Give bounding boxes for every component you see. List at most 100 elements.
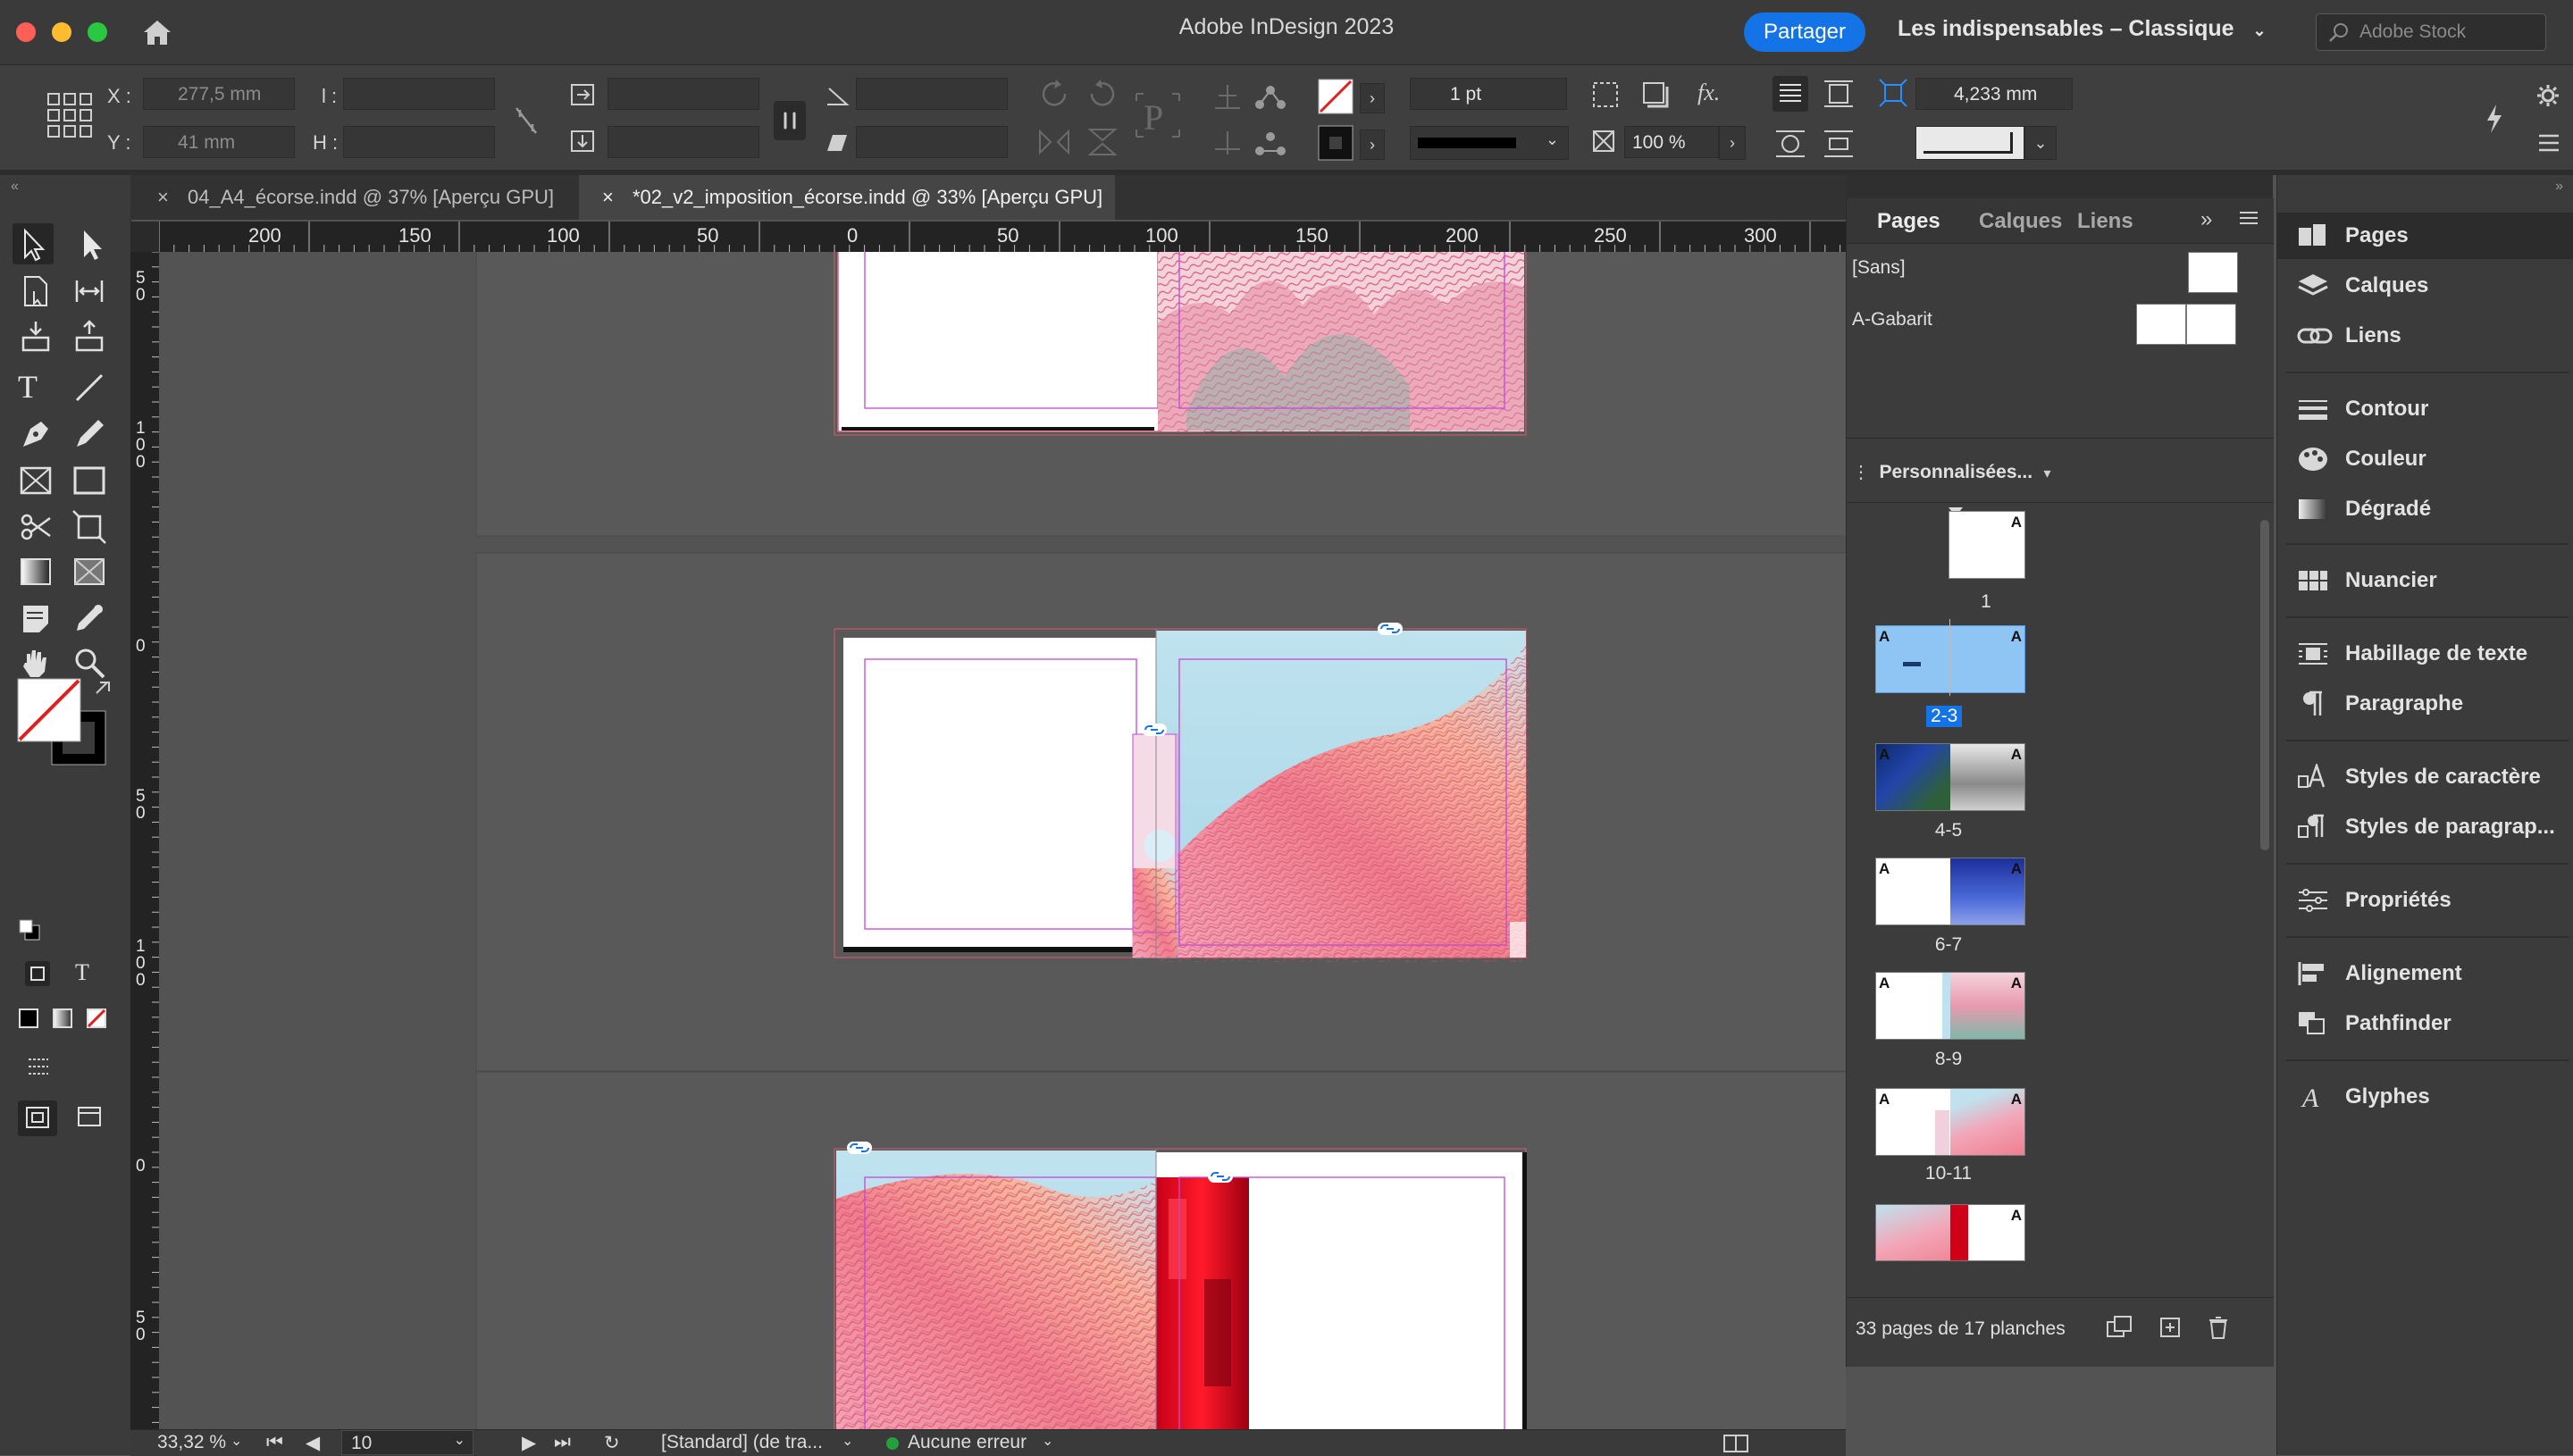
spread-thumb-4-5[interactable]: A A (1875, 743, 2025, 811)
scale-x-icon[interactable] (570, 81, 597, 108)
formatting-text-icon[interactable]: T (75, 959, 89, 986)
dock-item-pathfinder[interactable]: Pathfinder (2277, 1000, 2573, 1047)
document-canvas[interactable] (159, 252, 1846, 1429)
frame-offset-field[interactable]: 4,233 mm (1915, 78, 2073, 110)
link-icon[interactable] (1208, 1170, 1233, 1183)
dock-item-couleur[interactable]: Couleur (2277, 436, 2573, 482)
note-tool[interactable] (18, 600, 54, 636)
scale-y-field[interactable] (608, 126, 759, 158)
last-page-icon[interactable]: ⏭ (554, 1432, 571, 1453)
preflight-profile[interactable]: [Standard] (de tra... (661, 1432, 823, 1453)
selection-tool[interactable] (13, 223, 54, 264)
spread-bottom[interactable] (834, 1142, 1527, 1429)
swap-frame-icon[interactable] (25, 1054, 52, 1081)
preflight-sync-icon[interactable]: ↻ (604, 1432, 620, 1454)
pen-tool[interactable] (18, 416, 54, 452)
next-page-icon[interactable]: ▶ (522, 1432, 536, 1454)
dock-item-habillage[interactable]: Habillage de texte (2277, 631, 2573, 677)
dock-item-calques[interactable]: Calques (2277, 263, 2573, 309)
spread-top[interactable] (834, 252, 1527, 436)
master-a-right-thumb[interactable] (2186, 304, 2236, 345)
default-fill-stroke-icon[interactable] (18, 918, 41, 941)
fill-none-swatch[interactable] (1317, 78, 1354, 115)
dock-item-proprietes[interactable]: Propriétés (2277, 877, 2573, 924)
x-position-field[interactable]: 277,5 mm (143, 78, 295, 110)
rectangle-frame-tool[interactable] (18, 463, 54, 498)
width-field[interactable] (343, 78, 495, 110)
spread-thumb-1[interactable]: A (1949, 511, 2025, 579)
dock-item-alignement[interactable]: Alignement (2277, 950, 2573, 997)
rotate-cw-icon[interactable] (1036, 78, 1072, 110)
pages-scrollbar[interactable] (2258, 504, 2272, 1290)
shear-field[interactable] (856, 126, 1008, 158)
tab-02-v2-imposition[interactable]: × *02_v2_imposition_écorse.indd @ 33% [A… (579, 175, 1115, 220)
flip-horizontal-icon[interactable] (1036, 126, 1072, 158)
select-parent-icon[interactable] (1211, 128, 1244, 158)
spread-thumb-10-11[interactable]: A A (1875, 1088, 2025, 1156)
collapse-icon[interactable]: » (2555, 179, 2563, 195)
expand-icon[interactable]: » (2200, 207, 2212, 232)
free-transform-tool[interactable] (71, 509, 107, 545)
panel-menu-icon[interactable] (2238, 209, 2259, 227)
select-next-object-icon[interactable] (1254, 81, 1286, 112)
link-icon[interactable] (1378, 623, 1403, 635)
spread-thumb-8-9[interactable]: A A (1875, 972, 2025, 1040)
fill-stroke-swatches[interactable] (16, 675, 114, 774)
type-tool[interactable]: T (18, 368, 38, 406)
master-none-label[interactable]: [Sans] (1852, 257, 1906, 279)
opacity-field[interactable]: 100 % (1624, 126, 1719, 158)
dock-item-paragraphe[interactable]: Paragraphe (2277, 681, 2573, 727)
preflight-status[interactable]: Aucune erreur (908, 1432, 1027, 1453)
chevron-down-icon[interactable]: ⌄ (2024, 126, 2057, 160)
chevron-down-icon[interactable]: ⌄ (1042, 1432, 1053, 1450)
dock-item-nuancier[interactable]: Nuancier (2277, 557, 2573, 604)
eyedropper-tool[interactable] (71, 600, 107, 636)
spread-thumb-6-7[interactable]: A A (1875, 858, 2025, 925)
master-none-thumb[interactable] (2188, 252, 2238, 293)
chevron-down-icon[interactable]: ⌄ (230, 1432, 242, 1450)
text-wrap-shape-icon[interactable] (1773, 126, 1808, 162)
dock-item-styles-caractere[interactable]: Styles de caractère (2277, 754, 2573, 800)
quick-actions-icon[interactable] (2484, 103, 2505, 135)
reference-point-icon[interactable] (45, 90, 95, 140)
menu-icon[interactable] (2537, 131, 2560, 155)
effects-icon[interactable]: fx. (1697, 79, 1720, 106)
screen-mode-icon[interactable] (77, 1104, 104, 1131)
fill-menu-button[interactable]: › (1360, 83, 1385, 113)
select-container-icon[interactable]: P (1135, 90, 1181, 140)
apply-none-icon[interactable] (84, 1006, 109, 1031)
rotation-field[interactable] (856, 78, 1008, 110)
select-child-icon[interactable] (1254, 128, 1286, 158)
y-position-field[interactable]: 41 mm (143, 126, 295, 158)
link-icon[interactable] (847, 1142, 872, 1154)
apply-color-icon[interactable] (16, 1006, 41, 1031)
frame-offset-icon[interactable] (1878, 78, 1908, 108)
constrain-proportions-icon[interactable] (513, 105, 540, 137)
spread-thumb-12-13[interactable]: A (1875, 1204, 2025, 1261)
stroke-weight-field[interactable]: 1 pt (1410, 78, 1567, 110)
flip-vertical-icon[interactable] (1085, 126, 1120, 158)
share-button[interactable]: Partager (1744, 13, 1865, 52)
line-tool[interactable] (71, 370, 107, 406)
adobe-stock-search[interactable]: Adobe Stock (2316, 13, 2546, 51)
tab-liens[interactable]: Liens (2077, 209, 2133, 234)
stroke-type-dropdown[interactable]: ⌄ (1410, 126, 1569, 160)
new-page-icon[interactable] (2158, 1315, 2183, 1340)
zoom-level[interactable]: 33,32 % (157, 1432, 226, 1453)
stroke-menu-button[interactable]: › (1360, 130, 1385, 160)
frame-style-preview[interactable] (1915, 126, 2024, 160)
tab-04-a4-ecorse[interactable]: × 04_A4_écorse.indd @ 37% [Aperçu GPU] (130, 175, 577, 220)
gear-icon[interactable] (2535, 83, 2560, 108)
height-field[interactable] (343, 126, 495, 158)
close-icon[interactable]: × (157, 175, 169, 220)
apply-gradient-icon[interactable] (50, 1006, 75, 1031)
drop-shadow-icon[interactable] (1640, 79, 1671, 110)
pencil-tool[interactable] (71, 416, 107, 452)
page-number-field[interactable]: 10 ⌄ (341, 1430, 474, 1455)
gap-tool[interactable] (71, 273, 107, 309)
workspace-switcher[interactable]: Les indispensables – Classique ⌄ (1898, 16, 2267, 42)
dock-item-glyphes[interactable]: A Glyphes (2277, 1074, 2573, 1120)
page-size-menu[interactable]: ⋮ Personnalisées... ▾ (1852, 461, 2051, 483)
spread-thumb-2-3[interactable]: A A (1875, 619, 2025, 696)
gradient-swatch-tool[interactable] (18, 554, 54, 590)
